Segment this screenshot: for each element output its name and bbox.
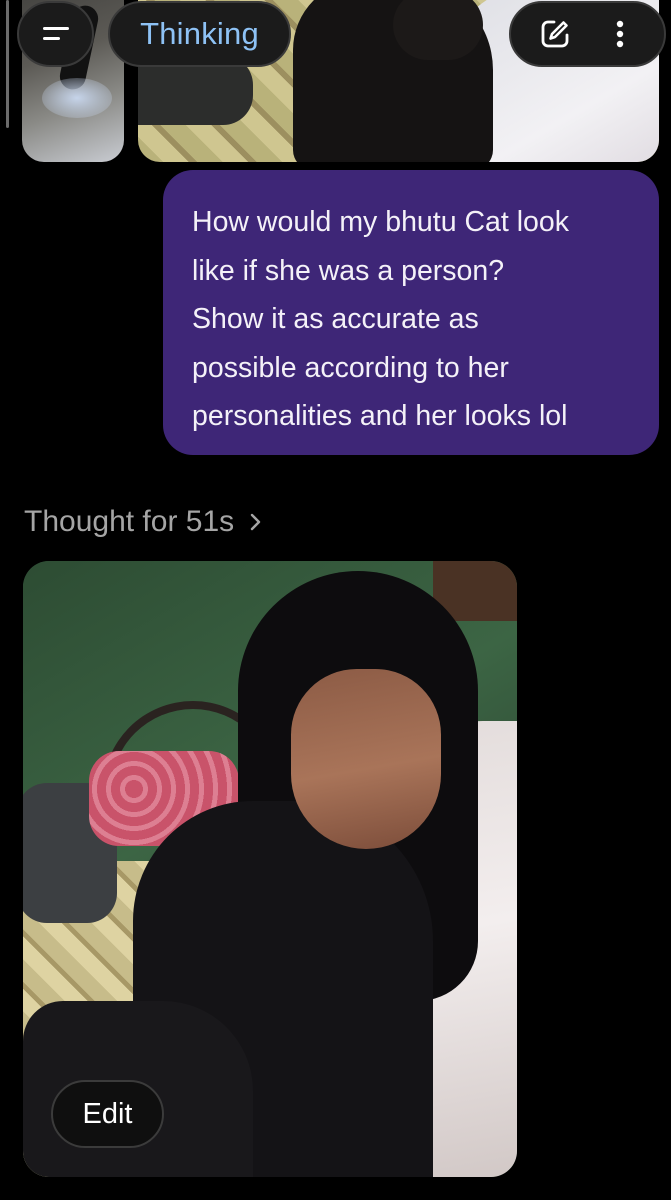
user-message-line: personalities and her looks lol	[192, 400, 568, 432]
user-message-line: like if she was a person?	[192, 254, 505, 287]
more-vertical-icon	[616, 20, 623, 48]
user-message-line: possible according to her	[192, 351, 509, 384]
chat-screen: Thinking How would my bhutu Cat look lik…	[0, 0, 671, 1200]
menu-icon	[42, 27, 69, 40]
edit-square-icon	[541, 20, 569, 48]
more-options-button[interactable]	[598, 12, 642, 56]
header-actions	[509, 1, 666, 67]
user-message-bubble: How would my bhutu Cat look like if she …	[163, 170, 659, 455]
scroll-indicator	[6, 0, 9, 128]
menu-button[interactable]	[17, 1, 94, 67]
user-message-line: How would my bhutu Cat look	[192, 206, 570, 238]
thought-duration-label: Thought for 51s	[24, 505, 235, 538]
edit-image-button[interactable]: Edit	[51, 1080, 164, 1148]
mode-label: Thinking	[140, 16, 259, 51]
thought-summary-toggle[interactable]: Thought for 51s	[24, 500, 264, 544]
model-mode-selector[interactable]: Thinking	[108, 1, 291, 67]
chevron-right-icon	[250, 513, 261, 531]
edit-button-label: Edit	[82, 1097, 133, 1130]
user-message-line: Show it as accurate as	[192, 303, 479, 335]
new-chat-button[interactable]	[533, 12, 577, 56]
